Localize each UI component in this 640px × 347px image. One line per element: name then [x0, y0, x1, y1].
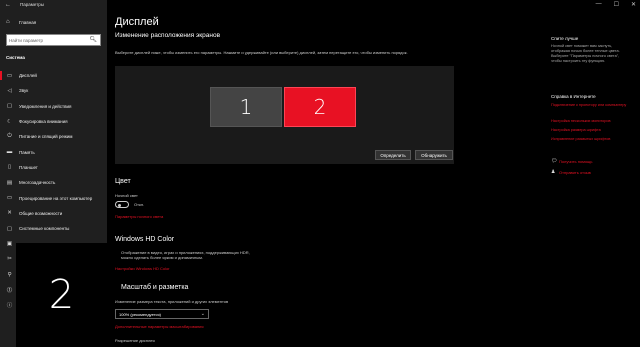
shared-experiences-icon: ✕ [7, 210, 12, 217]
title-bar: ← Параметры [0, 0, 107, 10]
page-title: Дисплей [115, 16, 159, 28]
sidebar-item-label: Общие возможности [19, 210, 63, 216]
section-label: Система [6, 55, 25, 60]
hdr-settings-link[interactable]: Настройки Windows HD Color [115, 266, 170, 271]
detect-button[interactable]: Обнаружить [415, 150, 453, 160]
sidebar-item-label: Звук [19, 88, 29, 94]
feedback-label: Отправить отзыв [559, 169, 591, 175]
sidebar-item-multitasking[interactable]: ▤ Многозадачность [0, 175, 107, 190]
sidebar-item-label: Фокусировка внимания [19, 119, 68, 125]
advanced-scaling-link[interactable]: Дополнительные параметры масштабирования [115, 324, 204, 329]
scale-dropdown[interactable]: 100% (рекомендуется) ⌄ [115, 309, 209, 319]
feedback-icon: ♟ [551, 169, 556, 175]
tablet-icon: ▯ [7, 164, 12, 171]
display-arrangement-area: 1 2 Определить Обнаружить [115, 66, 454, 164]
sidebar-item-label: Планшет [19, 164, 38, 170]
clipboard-icon: ▣ [6, 240, 13, 247]
power-icon: ⏻ [7, 133, 12, 140]
speaker-icon: ◁ [7, 87, 12, 94]
components-icon: ▢ [6, 225, 13, 232]
web-help-heading: Справка в Интернете [551, 94, 596, 99]
sleep-better-text: Ночной свет поможет вам заснуть, отображ… [551, 44, 620, 63]
sidebar-item-storage[interactable]: ▬ Память [0, 144, 107, 159]
window-controls: — ☐ ✕ [596, 1, 636, 8]
back-arrow-icon[interactable]: ← [5, 1, 11, 9]
sidebar-item-label: Память [19, 149, 35, 155]
notifications-icon: ▢ [6, 103, 13, 110]
display-icon: ▭ [6, 72, 13, 79]
info-icon: ⓘ [6, 303, 13, 310]
monitor-2-selected[interactable]: 2 [284, 87, 356, 127]
help-link-projector[interactable]: Подключение к проектору или компьютеру [551, 103, 631, 108]
moon-icon: ☾ [7, 118, 12, 125]
sidebar-item-sound[interactable]: ◁ Звук [0, 83, 107, 98]
about-icon: ⓵ [6, 287, 13, 294]
hdr-heading: Windows HD Color [115, 236, 175, 243]
sidebar-item-label: Системные компоненты [19, 226, 70, 232]
color-heading: Цвет [115, 178, 131, 185]
multitasking-icon: ▤ [6, 179, 13, 186]
scale-label: Изменение размера текста, приложений и д… [115, 299, 229, 304]
sidebar-item-label: Уведомления и действия [19, 103, 72, 109]
identify-number: 2 [48, 272, 75, 318]
identify-overlay: 2 [16, 243, 107, 347]
sidebar-item-home[interactable]: ⌂ Главная [6, 19, 36, 25]
arrangement-instruction: Выберите дисплей ниже, чтобы изменить ег… [115, 50, 408, 55]
section-title-arrangement: Изменение расположения экранов [115, 32, 221, 39]
resolution-label: Разрешение дисплея [115, 338, 155, 343]
night-light-toggle-row: Откл. [115, 201, 144, 208]
scale-heading: Масштаб и разметка [121, 284, 189, 291]
hdr-description: Отображение в видео, играх и приложениях… [121, 250, 250, 260]
help-link-blurry-fonts[interactable]: Исправление размытых шрифтов [551, 137, 631, 142]
night-light-label: Ночной свет [115, 193, 138, 198]
search-input[interactable] [9, 36, 89, 45]
feedback-link[interactable]: ♟ Отправить отзыв [551, 169, 591, 175]
main-content: — ☐ ✕ Дисплей Изменение расположения экр… [107, 0, 640, 347]
night-light-settings-link[interactable]: Параметры ночного света [115, 214, 163, 219]
sidebar-item-notifications[interactable]: ▢ Уведомления и действия [0, 99, 107, 114]
sleep-better-heading: Спите лучше [551, 36, 579, 41]
minimize-icon[interactable]: — [596, 1, 602, 8]
help-link-monitors[interactable]: Настройка нескольких мониторов [551, 119, 631, 124]
app-title: Параметры [20, 2, 44, 7]
scale-value: 100% (рекомендуется) [119, 312, 161, 317]
sidebar-item-label: Питание и спящий режим [19, 134, 73, 140]
sidebar-item-tablet[interactable]: ▯ Планшет [0, 160, 107, 175]
help-link-font-size[interactable]: Настройка размера шрифта [551, 128, 631, 133]
sidebar-item-projecting[interactable]: ▭ Проецирование на этот компьютер [0, 190, 107, 205]
search-icon[interactable]: 🔍︎ [89, 37, 97, 44]
storage-icon: ▬ [6, 149, 13, 156]
remote-icon: ⚲ [7, 271, 12, 278]
sidebar-item-label: Дисплей [19, 73, 37, 79]
help-icon: 💬︎ [551, 158, 558, 164]
toggle-state: Откл. [134, 202, 145, 207]
close-icon[interactable]: ✕ [631, 1, 636, 8]
sidebar-item-label: Многозадачность [19, 180, 56, 186]
sidebar-item-focus[interactable]: ☾ Фокусировка внимания [0, 114, 107, 129]
sidebar-item-label: Проецирование на этот компьютер [19, 195, 93, 201]
projector-icon: ▭ [6, 195, 13, 202]
home-icon: ⌂ [6, 19, 10, 25]
sidebar-item-display[interactable]: ▭ Дисплей [0, 68, 107, 83]
chevron-down-icon: ⌄ [200, 311, 205, 317]
sidebar-item-components[interactable]: ▢ Системные компоненты [0, 221, 107, 236]
sidebar-item-shared[interactable]: ✕ Общие возможности [0, 206, 107, 221]
monitor-1[interactable]: 1 [210, 87, 282, 127]
get-help-label: Получить помощь [559, 158, 593, 164]
search-box[interactable]: 🔍︎ [6, 34, 101, 46]
night-light-toggle[interactable] [115, 201, 129, 208]
sidebar-item-label: Главная [19, 19, 37, 25]
identify-button[interactable]: Определить [375, 150, 411, 160]
scissors-icon: ✂ [7, 256, 12, 263]
get-help-link[interactable]: 💬︎ Получить помощь [551, 158, 592, 164]
sidebar-item-power[interactable]: ⏻ Питание и спящий режим [0, 129, 107, 144]
maximize-icon[interactable]: ☐ [614, 1, 619, 8]
